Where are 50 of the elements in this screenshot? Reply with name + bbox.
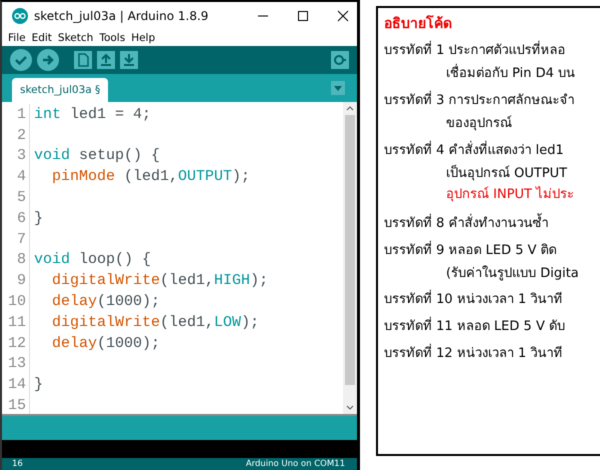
code-line: delay(1000); [52,334,160,352]
line-number: 7 [2,228,30,250]
line-number: 5 [2,187,30,208]
code-line: digitalWrite(led1,LOW); [52,314,260,331]
code-line: delay(1000); [52,293,160,310]
menu-item[interactable]: Help [131,32,156,44]
maximize-icon[interactable] [297,10,309,22]
explanation-text: (รับค่าในรูปแบบ Digita [445,266,580,282]
board-status: Arduino Uno on COM11 [246,458,345,470]
code-line: } [34,210,44,227]
line-number: 10 [2,291,30,312]
line-number: 6 [2,208,30,229]
menu-item[interactable]: Tools [99,32,126,44]
code-line: pinMode (led1,OUTPUT); [52,168,250,186]
line-number: 8 [2,250,30,270]
new-file-icon[interactable] [74,51,92,69]
line-number: 3 [2,146,30,166]
dropdown-caret-icon[interactable] [331,81,345,95]
scroll-up-icon[interactable] [346,105,354,111]
line-number: 14 [2,374,30,396]
file-tab[interactable]: sketch_jul03a § [12,78,108,102]
code-line: int led1 = 4; [34,106,152,123]
line-number: 4 [2,166,30,188]
close-icon[interactable] [337,10,349,22]
line-number: 9 [2,270,30,292]
panel-heading: อธิบายโค้ด [384,16,453,32]
code-line: } [34,376,44,394]
vertical-scrollbar[interactable] [343,102,357,414]
explanation-text: ของอุปกรณ์ [445,116,513,132]
line-number: 11 [2,312,30,333]
scroll-down-icon[interactable] [346,405,354,411]
code-line: void setup() { [34,147,160,164]
line-number: 12 [2,332,30,354]
app-logo-icon [12,8,28,24]
verify-check-icon[interactable] [10,49,32,71]
menu-item[interactable]: Sketch [58,32,94,44]
line-indicator: 16 [12,458,23,470]
explanation-text: เป็นอุปกรณ์ OUTPUT [445,166,568,182]
save-down-arrow-icon[interactable] [120,51,138,69]
line-number: 2 [2,124,30,146]
serial-monitor-icon[interactable] [331,51,349,69]
line-number: 1 [2,104,30,125]
window-title: sketch_jul03a | Arduino 1.8.9 [34,9,208,23]
code-line: digitalWrite(led1,HIGH); [52,272,268,290]
menu-item[interactable]: File [8,32,26,44]
open-up-arrow-icon[interactable] [97,51,115,69]
line-number: 13 [2,354,30,374]
explanation-text: อุปกรณ์ INPUT ไม่ประ [445,188,576,203]
menu-item[interactable]: Edit [32,32,52,44]
code-line: void loop() { [34,251,152,268]
